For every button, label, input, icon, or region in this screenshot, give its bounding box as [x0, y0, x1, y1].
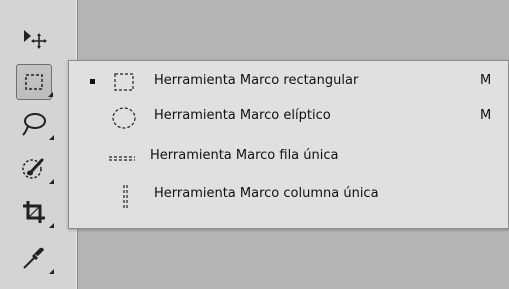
- tools-panel: [0, 0, 78, 289]
- rectangular-marquee-tool-button[interactable]: [16, 64, 53, 100]
- menu-item-label: Herramienta Marco fila única: [150, 148, 339, 163]
- more-tools-indicator-icon: [49, 135, 54, 140]
- single-row-marquee-icon: [109, 156, 135, 161]
- menu-item-label: Herramienta Marco rectangular: [154, 73, 359, 88]
- crop-icon: [23, 201, 45, 223]
- eyedropper-icon: [23, 247, 44, 269]
- rectangular-marquee-icon: [114, 73, 134, 91]
- more-tools-indicator-icon: [49, 223, 54, 228]
- menu-item-single-column-marquee[interactable]: Herramienta Marco columna única: [69, 179, 508, 211]
- menu-item-shortcut: M: [480, 108, 492, 123]
- menu-item-label: Herramienta Marco elíptico: [154, 108, 331, 123]
- menu-item-shortcut: M: [480, 73, 492, 88]
- more-tools-indicator-icon: [49, 269, 54, 274]
- rectangular-marquee-icon: [25, 74, 43, 90]
- quick-selection-tool-button[interactable]: [16, 150, 54, 186]
- menu-item-single-row-marquee[interactable]: Herramienta Marco fila única: [69, 141, 508, 173]
- eyedropper-tool-button[interactable]: [16, 240, 54, 276]
- move-icon: [24, 30, 47, 49]
- menu-item-label: Herramienta Marco columna única: [154, 186, 379, 201]
- menu-item-elliptical-marquee[interactable]: Herramienta Marco elíptico M: [69, 101, 508, 133]
- marquee-tools-flyout-menu: Herramienta Marco rectangular M Herramie…: [68, 60, 509, 229]
- lasso-tool-button[interactable]: [16, 106, 54, 142]
- crop-tool-button[interactable]: [16, 194, 54, 230]
- menu-item-rectangular-marquee[interactable]: Herramienta Marco rectangular M: [69, 66, 508, 98]
- selected-bullet-icon: [90, 79, 95, 84]
- lasso-icon: [22, 113, 46, 136]
- more-tools-indicator-icon: [49, 179, 54, 184]
- single-column-marquee-icon: [123, 185, 128, 209]
- move-tool-button[interactable]: [16, 20, 52, 56]
- more-tools-indicator-icon: [48, 92, 53, 97]
- elliptical-marquee-icon: [112, 107, 136, 129]
- quick-selection-icon: [22, 158, 44, 179]
